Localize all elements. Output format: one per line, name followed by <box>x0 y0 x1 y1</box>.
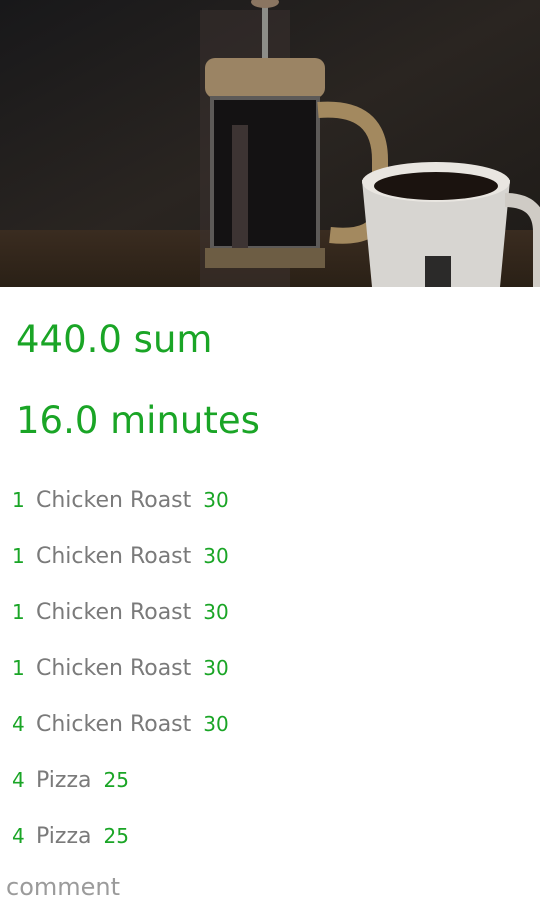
item-price: 25 <box>103 768 129 792</box>
item-quantity: 4 <box>12 712 25 736</box>
item-price: 30 <box>203 600 229 624</box>
item-price: 30 <box>203 712 229 736</box>
item-price: 30 <box>203 488 229 512</box>
list-item: 1 Chicken Roast 30 <box>0 472 540 528</box>
order-total: 440.0 sum <box>16 318 213 361</box>
item-name: Chicken Roast <box>36 543 192 569</box>
item-name: Chicken Roast <box>36 655 192 681</box>
item-name: Pizza <box>36 767 92 793</box>
coffee-photo <box>0 0 540 287</box>
item-name: Chicken Roast <box>36 599 192 625</box>
order-duration: 16.0 minutes <box>16 399 260 442</box>
list-item: 4 Pizza 25 <box>0 808 540 864</box>
header-image <box>0 0 540 287</box>
list-item: 1 Chicken Roast 30 <box>0 640 540 696</box>
item-name: Chicken Roast <box>36 711 192 737</box>
comment-input[interactable] <box>6 870 526 904</box>
item-quantity: 1 <box>12 656 25 680</box>
list-item: 4 Pizza 25 <box>0 752 540 808</box>
item-quantity: 1 <box>12 488 25 512</box>
item-price: 30 <box>203 544 229 568</box>
order-items-list: 1 Chicken Roast 30 1 Chicken Roast 30 1 … <box>0 472 540 864</box>
list-item: 4 Chicken Roast 30 <box>0 696 540 752</box>
item-quantity: 1 <box>12 600 25 624</box>
item-name: Pizza <box>36 823 92 849</box>
item-price: 30 <box>203 656 229 680</box>
item-name: Chicken Roast <box>36 487 192 513</box>
item-quantity: 4 <box>12 768 25 792</box>
item-quantity: 1 <box>12 544 25 568</box>
list-item: 1 Chicken Roast 30 <box>0 528 540 584</box>
item-price: 25 <box>103 824 129 848</box>
item-quantity: 4 <box>12 824 25 848</box>
list-item: 1 Chicken Roast 30 <box>0 584 540 640</box>
